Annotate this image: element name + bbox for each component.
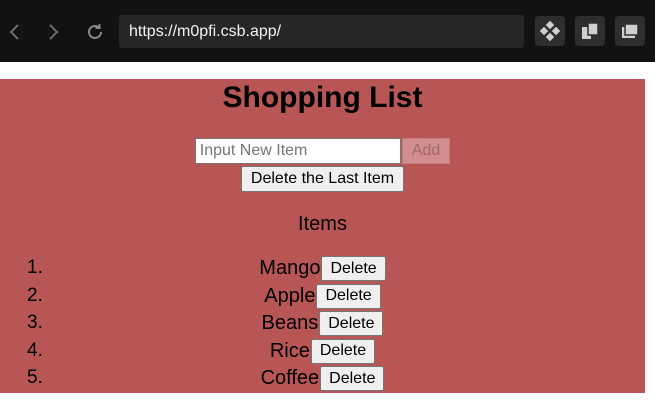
delete-item-button[interactable]: Delete — [310, 338, 376, 364]
window-button[interactable] — [615, 16, 645, 46]
chevron-right-icon — [49, 24, 59, 40]
sandbox-cube-icon — [540, 21, 560, 41]
app-container: Shopping List Add Delete the Last Item I… — [0, 79, 645, 393]
browser-toolbar: https://m0pfi.csb.app/ — [0, 0, 655, 62]
list-item: 4. Rice Delete — [0, 338, 645, 366]
add-button[interactable]: Add — [401, 138, 451, 164]
list-item-name: Beans — [261, 312, 319, 335]
reload-button[interactable] — [81, 18, 109, 46]
list-item-name: Apple — [264, 284, 316, 307]
back-button[interactable] — [1, 18, 29, 46]
list-item-number: 3. — [27, 312, 43, 333]
split-view-icon — [582, 22, 599, 39]
delete-last-row: Delete the Last Item — [0, 166, 645, 192]
sandbox-button[interactable] — [535, 16, 565, 46]
list-item-name: Coffee — [260, 367, 320, 390]
list-item: 3. Beans Delete — [0, 310, 645, 338]
list-item-number: 1. — [27, 257, 43, 278]
list-item-number: 4. — [27, 339, 43, 361]
list-item-number: 5. — [27, 367, 43, 388]
list-item-name: Mango — [259, 257, 321, 280]
list-item: 1. Mango Delete — [0, 255, 645, 283]
reload-icon — [88, 24, 102, 39]
add-item-form: Add — [0, 138, 645, 164]
url-text: https://m0pfi.csb.app/ — [129, 22, 282, 40]
window-icon — [622, 23, 639, 38]
chevron-left-icon — [9, 24, 19, 40]
delete-item-button[interactable]: Delete — [320, 366, 385, 392]
list-item: 5. Coffee Delete — [0, 365, 645, 393]
split-view-button[interactable] — [575, 16, 605, 46]
items-heading: Items — [298, 213, 347, 235]
list-item: 2. Apple Delete — [0, 283, 645, 311]
delete-item-button[interactable]: Delete — [319, 311, 384, 337]
new-item-input[interactable] — [194, 138, 401, 164]
page-title: Shopping List — [222, 81, 423, 114]
items-list: 1. Mango Delete 2. Apple Delete 3. Beans… — [0, 255, 645, 393]
address-bar[interactable]: https://m0pfi.csb.app/ — [119, 15, 524, 48]
delete-item-button[interactable]: Delete — [316, 283, 381, 309]
list-item-name: Rice — [269, 339, 310, 362]
forward-button[interactable] — [39, 18, 67, 46]
list-item-number: 2. — [27, 284, 43, 306]
delete-last-item-button[interactable]: Delete the Last Item — [240, 166, 405, 192]
delete-item-button[interactable]: Delete — [321, 256, 386, 282]
